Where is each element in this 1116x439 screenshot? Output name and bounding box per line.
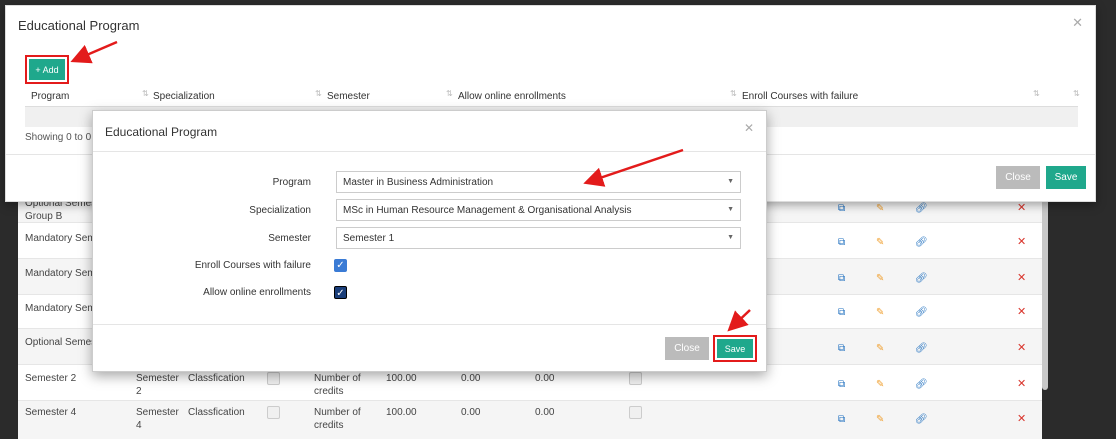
arrow-icon xyxy=(727,309,751,332)
arrow-icon xyxy=(70,40,118,64)
arrow-icon xyxy=(583,148,684,187)
annotation-arrows xyxy=(70,40,751,332)
